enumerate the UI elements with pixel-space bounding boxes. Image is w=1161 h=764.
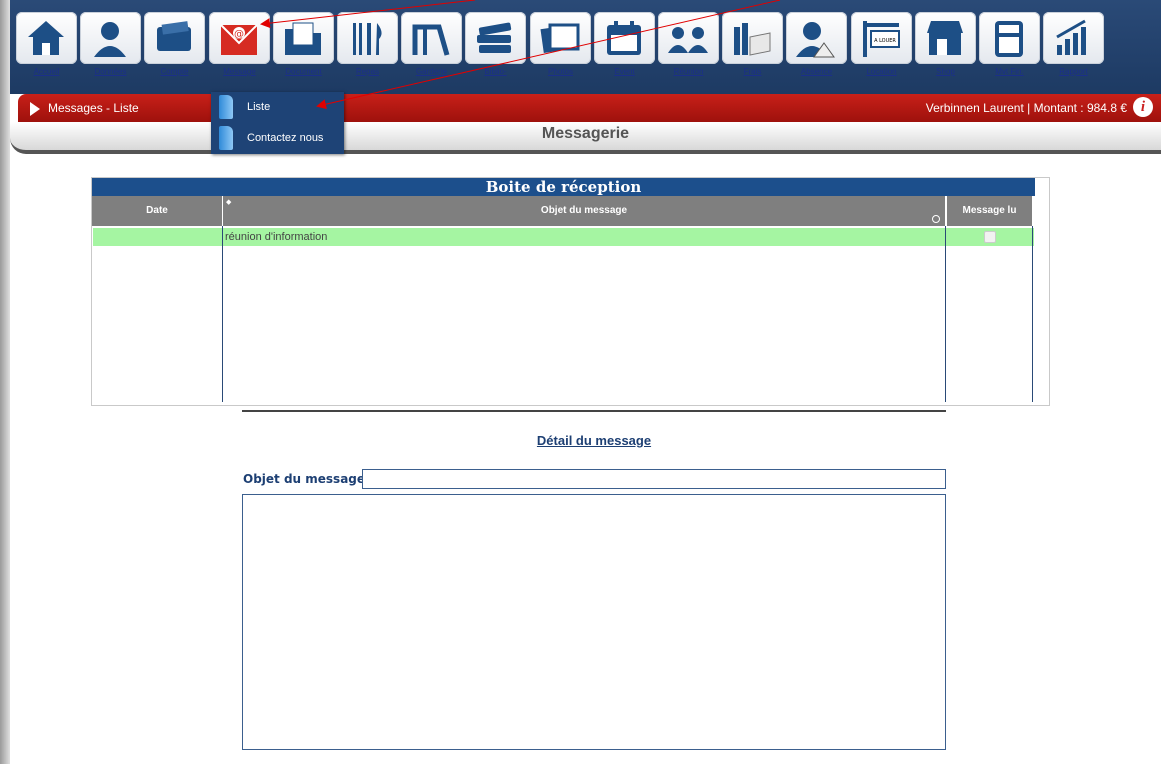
nav-item-message[interactable]: @ Message (209, 12, 270, 90)
nav-item-event[interactable]: Event (594, 12, 655, 90)
meeting-icon (658, 12, 719, 64)
section-divider (242, 410, 946, 412)
nav-item-accueil[interactable]: Accueil (16, 12, 77, 90)
nav-item-absence[interactable]: Absence (786, 12, 847, 90)
nav-item-label: Message (223, 67, 256, 76)
wallet-icon (144, 12, 205, 64)
breadcrumb: Messages - Liste (48, 101, 139, 115)
filter-icon[interactable] (932, 215, 940, 223)
user-account-info: Verbinnen Laurent | Montant : 984.8 € (925, 101, 1127, 115)
inbox-table: Boite de réception Date Objet du message… (91, 177, 1050, 406)
home-icon (16, 12, 77, 64)
svg-text:A LOUER: A LOUER (874, 38, 896, 44)
mail-icon: @ (209, 12, 270, 64)
message-subject-cell[interactable]: réunion d'information (225, 231, 327, 243)
nav-item-label: Accueil (33, 67, 60, 76)
nav-item-donn-es[interactable]: Données (80, 12, 141, 90)
sort-icon[interactable]: ◆ (226, 198, 231, 206)
nav-item-label: Mvt Fin. (995, 67, 1024, 76)
nav-item-document[interactable]: Document (273, 12, 334, 90)
nav-item-label: Réunion (673, 67, 704, 76)
svg-text:@: @ (234, 29, 244, 40)
nav-item-label: Données (94, 67, 127, 76)
nav-item-label: Rapport (1059, 67, 1088, 76)
user-icon (80, 12, 141, 64)
dropdown-item-label: Contactez nous (247, 132, 324, 144)
playground-icon (401, 12, 462, 64)
nav-item-compte[interactable]: Compte (144, 12, 205, 90)
blue-tab-icon (219, 95, 233, 119)
play-arrow-icon (30, 102, 40, 116)
nav-item-label: Document (285, 67, 322, 76)
cutlery-icon (337, 12, 398, 64)
folder-icon (273, 12, 334, 64)
dropdown-item-liste[interactable]: Liste (211, 92, 344, 122)
nav-item-label: Event (614, 67, 635, 76)
nav-item-location[interactable]: A LOUER Location (851, 12, 912, 90)
expenses-icon (722, 12, 783, 64)
calendar-icon (594, 12, 655, 64)
nav-item-label: Repas (355, 67, 380, 76)
dropdown-item-contactez-nous[interactable]: Contactez nous (211, 123, 344, 153)
column-header-subject[interactable]: Objet du message (223, 196, 945, 226)
message-body-area[interactable] (242, 494, 946, 750)
app-window: Accueil Données Compte @ Message Document Repa… (0, 0, 1161, 764)
message-dropdown-menu: Liste Contactez nous (211, 92, 344, 154)
dropdown-item-label: Liste (247, 101, 271, 113)
detail-title: Détail du message (536, 433, 652, 448)
shop-icon (915, 12, 976, 64)
page-title-bar: Messagerie (10, 122, 1161, 154)
nav-item-garderie[interactable]: Garderie (401, 12, 462, 90)
column-divider (1032, 226, 1033, 402)
left-border (0, 0, 10, 764)
nav-item-r-union[interactable]: Réunion (658, 12, 719, 90)
column-divider (945, 226, 946, 402)
info-icon[interactable]: i (1133, 97, 1153, 117)
photos-icon (530, 12, 591, 64)
column-divider (222, 226, 223, 402)
for-rent-sign-icon: A LOUER (851, 12, 912, 64)
nav-item-label: Location (866, 67, 897, 76)
nav-item-photos[interactable]: Photos (530, 12, 591, 90)
nav-item-label: Photos (548, 67, 573, 76)
message-read-checkbox[interactable] (984, 231, 996, 243)
calculator-icon (979, 12, 1040, 64)
subject-field[interactable] (362, 469, 946, 489)
nav-item-biblio[interactable]: Biblio- (465, 12, 526, 90)
nav-item-label: Frais (743, 67, 762, 76)
breadcrumb-bar: Messages - Liste Verbinnen Laurent | Mon… (18, 94, 1161, 122)
nav-item-label: Absence (800, 67, 833, 76)
column-header-date[interactable]: Date (92, 196, 222, 226)
column-header-read[interactable]: Message lu (947, 196, 1032, 226)
absence-icon (786, 12, 847, 64)
nav-item-label: Garderie (415, 67, 448, 76)
inbox-title: Boite de réception (92, 178, 1035, 196)
blue-tab-icon (219, 126, 233, 150)
nav-item-label: Compte (160, 67, 189, 76)
nav-item-mvt-fin[interactable]: Mvt Fin. (979, 12, 1040, 90)
page-title: Messagerie (541, 125, 630, 142)
nav-item-rapport[interactable]: Rapport (1043, 12, 1104, 90)
nav-item-frais[interactable]: Frais (722, 12, 783, 90)
books-icon (465, 12, 526, 64)
nav-item-shop[interactable]: Shop (915, 12, 976, 90)
chart-icon (1043, 12, 1104, 64)
nav-item-label: Biblio- (484, 67, 507, 76)
nav-item-label: Shop (936, 67, 955, 76)
nav-item-repas[interactable]: Repas (337, 12, 398, 90)
subject-label: Objet du message (243, 472, 366, 486)
